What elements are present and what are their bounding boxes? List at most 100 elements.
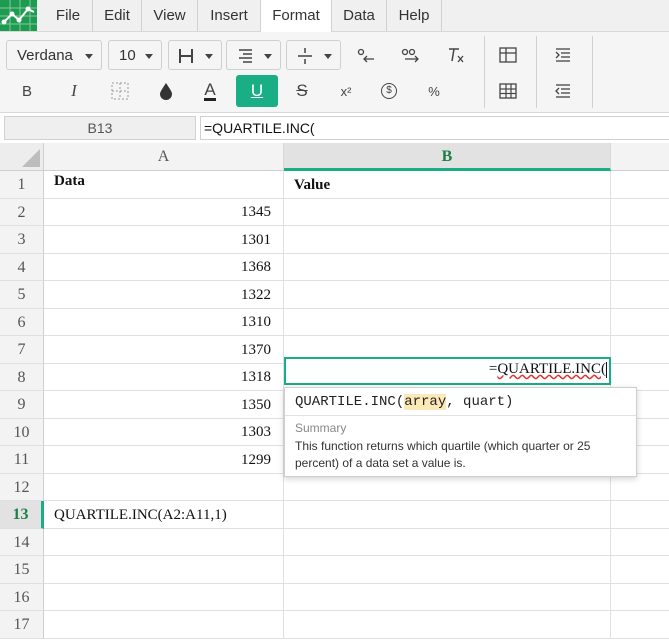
cell-a4[interactable]: 1368: [44, 254, 284, 281]
cell-b3[interactable]: [284, 226, 611, 254]
cell-a3[interactable]: 1301: [44, 226, 284, 254]
outdent-button[interactable]: [548, 76, 578, 106]
font-color-button[interactable]: A: [195, 76, 225, 106]
cell-b17[interactable]: [284, 611, 611, 639]
row-header[interactable]: 3: [0, 226, 44, 254]
cell-b12[interactable]: [284, 474, 611, 501]
cell-b15[interactable]: [284, 556, 611, 584]
decrease-decimal-button[interactable]: [351, 40, 381, 70]
currency-button[interactable]: $: [374, 76, 404, 106]
cell-a1[interactable]: Data: [44, 171, 284, 199]
align-dropdown[interactable]: [226, 40, 281, 70]
row-header[interactable]: 11: [0, 446, 44, 474]
menu-data[interactable]: Data: [332, 0, 387, 31]
row-header[interactable]: 1: [0, 171, 44, 199]
cell-a2[interactable]: 1345: [44, 199, 284, 226]
cell-c17[interactable]: [611, 611, 669, 639]
cell-a12[interactable]: [44, 474, 284, 501]
row-header[interactable]: 9: [0, 391, 44, 419]
row-header[interactable]: 5: [0, 281, 44, 309]
cell-a14[interactable]: [44, 529, 284, 556]
cell-a11[interactable]: 1299: [44, 446, 284, 474]
cell-b13[interactable]: [284, 501, 611, 529]
clear-format-button[interactable]: [441, 40, 471, 70]
cell-borders-button[interactable]: [105, 76, 135, 106]
row-header[interactable]: 10: [0, 419, 44, 446]
cell-a10[interactable]: 1303: [44, 419, 284, 446]
percent-button[interactable]: %: [419, 76, 449, 106]
row-header[interactable]: 12: [0, 474, 44, 501]
fill-color-button[interactable]: [151, 76, 181, 106]
cell-b14[interactable]: [284, 529, 611, 556]
active-cell-editor[interactable]: =QUARTILE.INC(: [284, 357, 611, 385]
menu-insert[interactable]: Insert: [198, 0, 261, 31]
cell-b4[interactable]: [284, 254, 611, 281]
vertical-align-icon: [298, 48, 312, 64]
cell-a8[interactable]: 1318: [44, 364, 284, 391]
cell-a5[interactable]: 1322: [44, 281, 284, 309]
bold-button[interactable]: B: [12, 76, 42, 106]
row-header[interactable]: 17: [0, 611, 44, 639]
borders-dropdown[interactable]: [168, 40, 222, 70]
cell-b5[interactable]: [284, 281, 611, 309]
cell-c6[interactable]: [611, 309, 669, 336]
row-header[interactable]: 14: [0, 529, 44, 556]
tooltip-divider: [285, 415, 636, 416]
font-family-dropdown[interactable]: Verdana: [6, 40, 102, 70]
row-header[interactable]: 4: [0, 254, 44, 281]
superscript-button[interactable]: x²: [331, 76, 361, 106]
select-all-corner[interactable]: [0, 143, 44, 171]
increase-decimal-button[interactable]: [396, 40, 426, 70]
indent-button[interactable]: [548, 40, 578, 70]
formula-bar: B13 =QUARTILE.INC(: [0, 113, 669, 144]
cell-a17[interactable]: [44, 611, 284, 639]
column-header-a[interactable]: A: [44, 143, 284, 171]
strikethrough-button[interactable]: S: [287, 76, 317, 106]
column-header-c[interactable]: [611, 143, 669, 171]
menu-format[interactable]: Format: [261, 0, 332, 32]
cell-a9[interactable]: 1350: [44, 391, 284, 419]
grid-button[interactable]: [493, 76, 523, 106]
column-header-b[interactable]: B: [284, 143, 611, 171]
row-header[interactable]: 7: [0, 336, 44, 364]
row-header[interactable]: 2: [0, 199, 44, 226]
cell-a16[interactable]: [44, 584, 284, 611]
cell-reference-box[interactable]: B13: [4, 116, 196, 140]
fill-drop-icon: [160, 83, 172, 100]
cell-a15[interactable]: [44, 556, 284, 584]
cell-c14[interactable]: [611, 529, 669, 556]
menu-view[interactable]: View: [142, 0, 198, 31]
cell-b16[interactable]: [284, 584, 611, 611]
cell-b1[interactable]: Value: [284, 171, 611, 199]
cell-c13[interactable]: [611, 501, 669, 529]
cell-a6[interactable]: 1310: [44, 309, 284, 336]
cell-a13[interactable]: QUARTILE.INC(A2:A11,1): [44, 501, 284, 529]
cell-c7[interactable]: [611, 336, 669, 364]
cell-c2[interactable]: [611, 199, 669, 226]
cell-c12[interactable]: [611, 474, 669, 501]
underline-button[interactable]: U: [236, 75, 278, 107]
italic-button[interactable]: I: [59, 76, 89, 106]
row-header[interactable]: 13: [0, 501, 44, 529]
cell-b2[interactable]: [284, 199, 611, 226]
cell-c15[interactable]: [611, 556, 669, 584]
row-header[interactable]: 6: [0, 309, 44, 336]
row-header[interactable]: 8: [0, 364, 44, 391]
cell-c1[interactable]: [611, 171, 669, 199]
cell-c4[interactable]: [611, 254, 669, 281]
font-size-dropdown[interactable]: 10: [108, 40, 162, 70]
row-header[interactable]: 15: [0, 556, 44, 584]
menu-help[interactable]: Help: [387, 0, 442, 31]
cell-c5[interactable]: [611, 281, 669, 309]
formula-input[interactable]: =QUARTILE.INC(: [200, 116, 669, 140]
menu-edit[interactable]: Edit: [93, 0, 142, 31]
cell-a7[interactable]: 1370: [44, 336, 284, 364]
cell-c3[interactable]: [611, 226, 669, 254]
table-icon: [499, 47, 517, 63]
cell-b6[interactable]: [284, 309, 611, 336]
cell-c16[interactable]: [611, 584, 669, 611]
table-button[interactable]: [493, 40, 523, 70]
row-header[interactable]: 16: [0, 584, 44, 611]
vertical-align-dropdown[interactable]: [286, 40, 341, 70]
menu-file[interactable]: File: [44, 0, 93, 31]
